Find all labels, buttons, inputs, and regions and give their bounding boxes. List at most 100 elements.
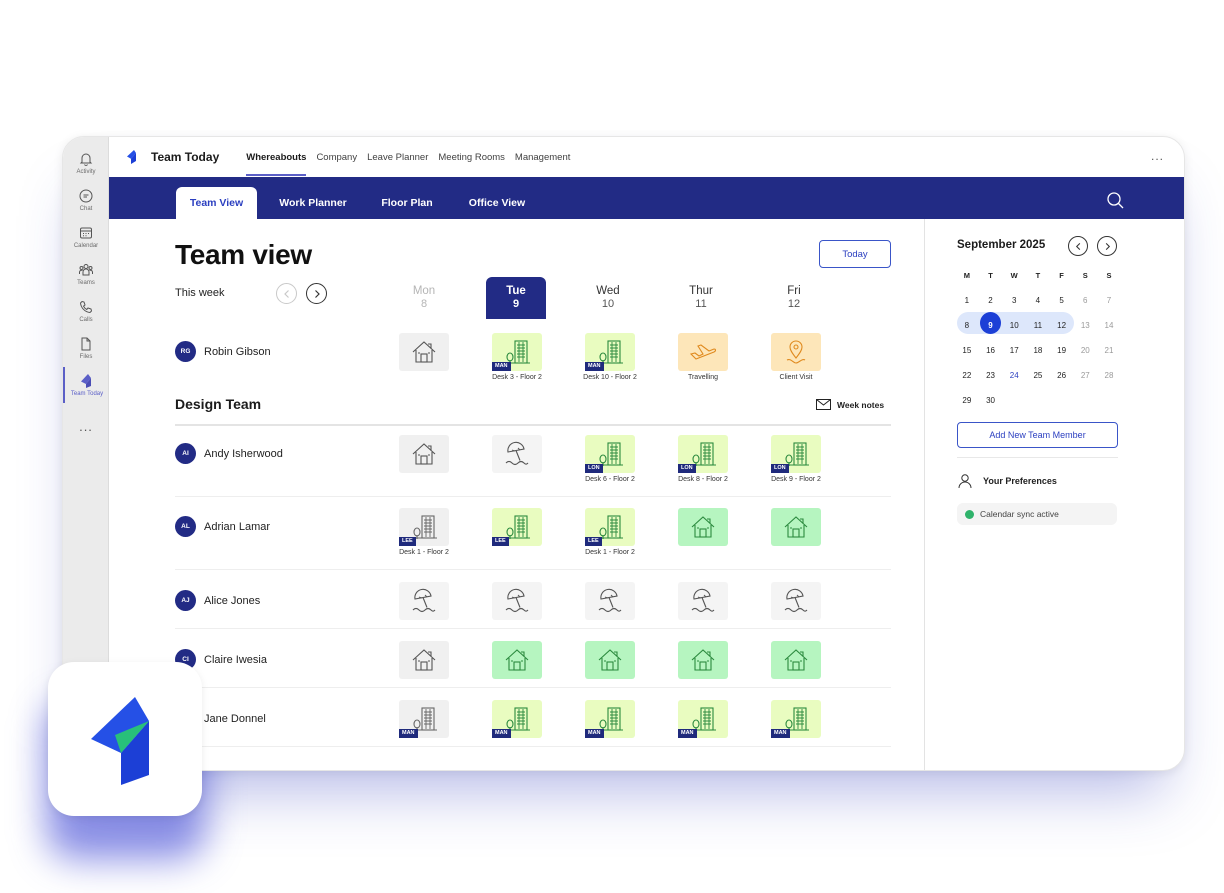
rail-item-teams[interactable]: Teams — [63, 256, 109, 292]
status-cell-thur[interactable]: LON — [678, 435, 728, 473]
calendar-day[interactable]: 30 — [979, 391, 1003, 411]
tab-leave-planner[interactable]: Leave Planner — [362, 137, 433, 177]
next-month-button[interactable] — [1097, 236, 1117, 256]
calendar-day[interactable]: 9 — [979, 316, 1003, 336]
tab-company[interactable]: Company — [311, 137, 362, 177]
nav-tab-work-planner[interactable]: Work Planner — [269, 187, 357, 219]
your-preferences-link[interactable]: Your Preferences — [957, 473, 1057, 489]
person-andy-isherwood[interactable]: AI Andy Isherwood — [175, 443, 283, 464]
calendar-day[interactable]: 27 — [1073, 366, 1097, 386]
calendar-day[interactable]: 12 — [1050, 316, 1074, 336]
rail-item-calendar[interactable]: Calendar — [63, 219, 109, 255]
status-cell-wed[interactable] — [585, 641, 635, 679]
status-cell-tue[interactable]: MAN — [492, 333, 542, 371]
calendar-day[interactable]: 25 — [1026, 366, 1050, 386]
calendar-day[interactable]: 18 — [1026, 341, 1050, 361]
calendar-day[interactable]: 11 — [1026, 316, 1050, 336]
day-name: Thur — [689, 285, 713, 297]
calendar-day[interactable]: 5 — [1050, 291, 1074, 311]
rail-more-icon[interactable]: ... — [63, 419, 109, 434]
person-robin-gibson[interactable]: RG Robin Gibson — [175, 341, 271, 362]
status-cell-mon[interactable] — [399, 435, 449, 473]
person-adrian-lamar[interactable]: AL Adrian Lamar — [175, 516, 270, 537]
status-cell-mon[interactable] — [399, 641, 449, 679]
status-cell-fri[interactable]: LON — [771, 435, 821, 473]
status-cell-wed[interactable]: MAN — [585, 333, 635, 371]
status-cell-thur[interactable] — [678, 333, 728, 371]
status-cell-mon[interactable]: MAN — [399, 700, 449, 738]
nav-tab-team-view[interactable]: Team View — [176, 187, 257, 219]
status-cell-fri[interactable] — [771, 641, 821, 679]
rail-item-activity[interactable]: Activity — [63, 145, 109, 181]
calendar-day[interactable]: 7 — [1097, 291, 1121, 311]
calendar-sync-status: Calendar sync active — [957, 503, 1117, 525]
status-cell-wed[interactable] — [585, 582, 635, 620]
calendar-day[interactable]: 29 — [955, 391, 979, 411]
calendar-day[interactable]: 24 — [1002, 366, 1026, 386]
prev-month-button[interactable] — [1068, 236, 1088, 256]
add-team-member-button[interactable]: Add New Team Member — [957, 422, 1118, 448]
calendar-day[interactable]: 23 — [979, 366, 1003, 386]
search-icon[interactable] — [1106, 191, 1124, 209]
calendar-day[interactable]: 17 — [1002, 341, 1026, 361]
calendar-day[interactable]: 8 — [955, 316, 979, 336]
day-number: 8 — [420, 298, 428, 310]
tab-meeting-rooms[interactable]: Meeting Rooms — [433, 137, 510, 177]
day-name: Tue — [506, 285, 526, 297]
status-cell-mon[interactable] — [399, 333, 449, 371]
status-cell-wed[interactable]: LON — [585, 435, 635, 473]
status-cell-thur[interactable] — [678, 582, 728, 620]
team-today-logo-icon — [81, 374, 91, 388]
status-cell-fri[interactable] — [771, 333, 821, 371]
desk-caption: Client Visit — [779, 374, 813, 381]
calendar-day[interactable]: 14 — [1097, 316, 1121, 336]
office-location-badge: LON — [771, 464, 789, 473]
status-cell-tue[interactable]: LEE — [492, 508, 542, 546]
status-cell-thur[interactable] — [678, 641, 728, 679]
status-cell-tue[interactable]: MAN — [492, 700, 542, 738]
day-number: 11 — [695, 298, 707, 310]
calendar-day[interactable]: 20 — [1073, 341, 1097, 361]
calendar-day[interactable]: 13 — [1073, 316, 1097, 336]
status-cell-fri[interactable] — [771, 508, 821, 546]
status-cell-thur[interactable] — [678, 508, 728, 546]
prev-week-button[interactable] — [276, 283, 297, 304]
calendar-day[interactable]: 16 — [979, 341, 1003, 361]
calendar-day[interactable]: 10 — [1002, 316, 1026, 336]
status-cell-tue[interactable] — [492, 641, 542, 679]
status-cell-fri[interactable]: MAN — [771, 700, 821, 738]
status-cell-wed[interactable]: MAN — [585, 700, 635, 738]
status-cell-mon[interactable]: LEE — [399, 508, 449, 546]
status-cell-fri[interactable] — [771, 582, 821, 620]
calendar-day[interactable]: 26 — [1050, 366, 1074, 386]
tab-management[interactable]: Management — [510, 137, 575, 177]
status-cell-mon[interactable] — [399, 582, 449, 620]
person-alice-jones[interactable]: AJ Alice Jones — [175, 590, 260, 611]
nav-tab-office-view[interactable]: Office View — [457, 187, 537, 219]
calendar-day[interactable]: 1 — [955, 291, 979, 311]
calendar-day[interactable]: 3 — [1002, 291, 1026, 311]
rail-item-files[interactable]: Files — [63, 330, 109, 366]
tab-whereabouts[interactable]: Whereabouts — [241, 137, 311, 177]
status-cell-tue[interactable] — [492, 435, 542, 473]
calendar-day[interactable]: 6 — [1073, 291, 1097, 311]
more-options-icon[interactable]: ... — [1151, 149, 1164, 163]
team-today-app-tile — [48, 662, 202, 816]
calendar-day[interactable]: 28 — [1097, 366, 1121, 386]
calendar-day[interactable]: 2 — [979, 291, 1003, 311]
calendar-day[interactable]: 19 — [1050, 341, 1074, 361]
today-button[interactable]: Today — [819, 240, 891, 268]
rail-item-chat[interactable]: Chat — [63, 182, 109, 218]
calendar-day[interactable]: 22 — [955, 366, 979, 386]
rail-item-team-today[interactable]: Team Today — [63, 367, 109, 403]
calendar-day[interactable]: 4 — [1026, 291, 1050, 311]
status-cell-thur[interactable]: MAN — [678, 700, 728, 738]
calendar-day[interactable]: 21 — [1097, 341, 1121, 361]
rail-item-calls[interactable]: Calls — [63, 293, 109, 329]
next-week-button[interactable] — [306, 283, 327, 304]
calendar-day[interactable]: 15 — [955, 341, 979, 361]
status-cell-tue[interactable] — [492, 582, 542, 620]
status-cell-wed[interactable]: LEE — [585, 508, 635, 546]
nav-tab-floor-plan[interactable]: Floor Plan — [371, 187, 443, 219]
week-notes-button[interactable]: Week notes — [816, 399, 884, 410]
